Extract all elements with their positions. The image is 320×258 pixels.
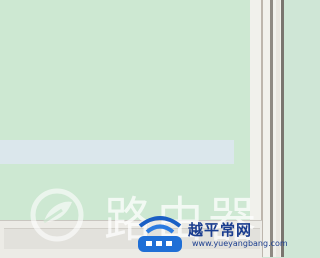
leaf-logo-icon (30, 188, 84, 242)
border-line (281, 0, 284, 257)
app-window: 路由器 越平常网 www.yueyangbang.com (0, 0, 288, 258)
selected-row[interactable] (0, 140, 234, 164)
border-line (261, 0, 263, 257)
wifi-router-icon (138, 216, 182, 252)
border-line (276, 0, 280, 257)
site-badge-url: www.yueyangbang.com (192, 239, 288, 248)
site-badge-title: 越平常网 (188, 221, 253, 239)
border-line (270, 0, 273, 257)
